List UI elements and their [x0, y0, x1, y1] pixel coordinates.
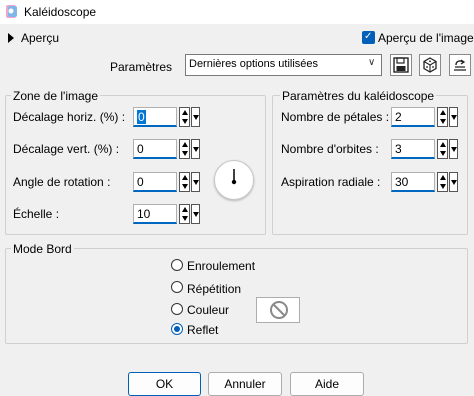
edge-reflect-radio[interactable]: [171, 323, 183, 335]
reset-icon: [454, 59, 466, 71]
vertical-offset-label: Décalage vert. (%) :: [13, 142, 120, 156]
window-title: Kaléidoscope: [24, 5, 97, 19]
scale-stepper[interactable]: [179, 204, 190, 224]
radial-suction-dropdown[interactable]: [449, 172, 458, 192]
scale-value: 10: [137, 207, 151, 221]
edge-mode-title: Mode Bord: [11, 242, 74, 256]
dial-needle-icon: [231, 169, 237, 185]
horizontal-offset-dropdown[interactable]: [191, 107, 200, 127]
presets-label: Paramètres: [110, 60, 173, 74]
horizontal-offset-label: Décalage horiz. (%) :: [13, 110, 126, 124]
ok-button[interactable]: OK: [128, 372, 201, 396]
kaleidoscope-title: Paramètres du kaléidoscope: [280, 89, 437, 103]
checkmark-icon: ✓: [364, 31, 373, 42]
orbits-count-value: 3: [395, 142, 402, 156]
horizontal-offset-stepper[interactable]: [179, 107, 190, 127]
dice-icon: [423, 57, 437, 73]
edge-color-radio[interactable]: [171, 303, 183, 315]
randomize-button[interactable]: [419, 54, 441, 76]
preview-toggle-label[interactable]: Aperçu: [21, 31, 59, 45]
petals-count-label: Nombre de pétales :: [281, 110, 390, 124]
vertical-offset-dropdown[interactable]: [191, 139, 200, 159]
orbits-count-stepper[interactable]: [437, 139, 448, 159]
petals-count-dropdown[interactable]: [449, 107, 458, 127]
rotation-angle-label: Angle de rotation :: [13, 175, 111, 189]
preview-checkbox-label[interactable]: Aperçu de l'image: [378, 31, 474, 45]
radial-suction-label: Aspiration radiale :: [281, 175, 381, 189]
image-zone-title: Zone de l'image: [11, 89, 101, 103]
orbits-count-dropdown[interactable]: [449, 139, 458, 159]
vertical-offset-stepper[interactable]: [179, 139, 190, 159]
radial-suction-stepper[interactable]: [437, 172, 448, 192]
rotation-dial[interactable]: [214, 160, 254, 200]
edge-wrap-radio[interactable]: [171, 259, 183, 271]
edge-color-label[interactable]: Couleur: [187, 303, 229, 317]
petals-count-value: 2: [395, 110, 402, 124]
presets-selected-value: Dernières options utilisées: [189, 58, 319, 70]
vertical-offset-value: 0: [137, 142, 144, 156]
rotation-angle-stepper[interactable]: [179, 172, 190, 192]
edge-wrap-label[interactable]: Enroulement: [187, 259, 255, 273]
edge-repeat-radio[interactable]: [171, 281, 183, 293]
expand-arrow-icon[interactable]: [8, 33, 14, 43]
scale-dropdown[interactable]: [191, 204, 200, 224]
chevron-down-icon: ∨: [368, 57, 376, 68]
reset-button[interactable]: [449, 54, 471, 76]
rotation-angle-value: 0: [137, 175, 144, 189]
help-button[interactable]: Aide: [290, 372, 364, 396]
edge-reflect-label[interactable]: Reflet: [187, 323, 218, 337]
orbits-count-label: Nombre d'orbites :: [281, 142, 379, 156]
edge-repeat-label[interactable]: Répétition: [187, 282, 241, 296]
horizontal-offset-value: 0: [137, 110, 146, 124]
radial-suction-value: 30: [395, 175, 409, 189]
rotation-angle-dropdown[interactable]: [191, 172, 200, 192]
scale-label: Échelle :: [13, 207, 60, 221]
edge-color-swatch[interactable]: [256, 297, 300, 323]
disabled-icon: [270, 301, 288, 319]
petals-count-stepper[interactable]: [437, 107, 448, 127]
save-icon: [393, 57, 409, 73]
app-icon: [6, 5, 17, 18]
cancel-button[interactable]: Annuler: [208, 372, 282, 396]
save-preset-button[interactable]: [390, 54, 412, 76]
